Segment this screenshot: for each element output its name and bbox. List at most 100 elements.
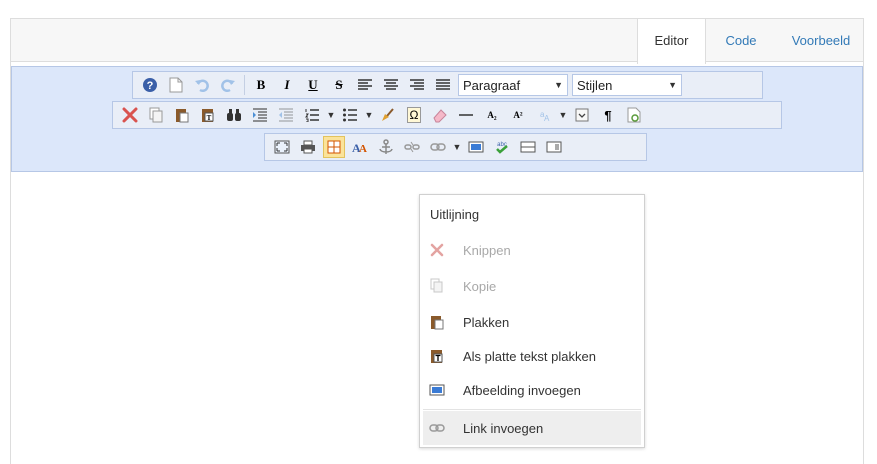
- spellcheck-button[interactable]: abc: [491, 136, 513, 158]
- toolbar-row-1: ? B I U S Paragraaf ▼ Stijlen ▼: [132, 71, 763, 99]
- paste-icon: [176, 109, 189, 123]
- menu-item-paste-text[interactable]: Als platte tekst plakken: [423, 339, 641, 373]
- spellcheck-icon: abc: [496, 142, 508, 154]
- bold-button[interactable]: B: [250, 74, 272, 96]
- chevron-down-icon: ▼: [668, 80, 677, 90]
- link-dropdown[interactable]: ▼: [451, 136, 463, 158]
- redo-button[interactable]: [217, 74, 239, 96]
- menu-item-label: Plakken: [463, 314, 510, 330]
- find-button[interactable]: [223, 104, 245, 126]
- link-icon: [430, 143, 446, 151]
- align-center-icon: [384, 79, 398, 90]
- undo-button[interactable]: [191, 74, 213, 96]
- format-select-value: Paragraaf: [463, 77, 521, 93]
- anchor-icon: [379, 139, 393, 154]
- font-button[interactable]: AA: [349, 136, 371, 158]
- table-button[interactable]: [323, 136, 345, 158]
- underline-button[interactable]: U: [302, 74, 324, 96]
- table-icon: [327, 140, 341, 154]
- special-char-button[interactable]: Ω: [403, 104, 425, 126]
- styles-select-value: Stijlen: [577, 77, 613, 93]
- bullet-list-icon: [343, 108, 357, 122]
- eraser-button[interactable]: [429, 104, 451, 126]
- menu-item-label: Knippen: [463, 242, 511, 258]
- unlink-button[interactable]: [401, 136, 423, 158]
- text-color-button[interactable]: aA: [533, 104, 555, 126]
- menu-item-paste[interactable]: Plakken: [423, 305, 641, 339]
- undo-icon: [195, 79, 209, 92]
- menu-item-cut[interactable]: Knippen: [423, 233, 641, 267]
- numbered-list-dropdown[interactable]: ▼: [325, 104, 337, 126]
- menu-item-label: Kopie: [463, 278, 497, 294]
- text-color-dropdown[interactable]: ▼: [557, 104, 569, 126]
- superscript-button[interactable]: A²: [507, 104, 529, 126]
- print-icon: [301, 140, 315, 154]
- template-icon: [575, 108, 589, 122]
- editor-tab-bar: Editor Code Voorbeeld: [11, 18, 863, 64]
- outdent-icon: [279, 108, 293, 122]
- align-center-button[interactable]: [380, 74, 402, 96]
- align-right-button[interactable]: [406, 74, 428, 96]
- text-color-icon: aA: [540, 110, 550, 122]
- menu-item-copy[interactable]: Kopie: [423, 269, 641, 303]
- svg-text:T: T: [207, 114, 212, 122]
- help-button[interactable]: ?: [139, 74, 161, 96]
- eraser-icon: [433, 109, 447, 123]
- chevron-down-icon: ▼: [558, 110, 568, 120]
- tab-code[interactable]: Code: [711, 19, 771, 63]
- styles-select[interactable]: Stijlen ▼: [572, 74, 682, 96]
- indent-button[interactable]: [249, 104, 271, 126]
- template-button[interactable]: [571, 104, 593, 126]
- strikethrough-button[interactable]: S: [328, 74, 350, 96]
- anchor-button[interactable]: [375, 136, 397, 158]
- help-icon: ?: [143, 78, 157, 92]
- div-container-icon: [520, 141, 536, 153]
- new-document-button[interactable]: [165, 74, 187, 96]
- context-menu-title[interactable]: Uitlijning: [430, 207, 479, 222]
- div-container-button[interactable]: [517, 136, 539, 158]
- chevron-down-icon: ▼: [326, 110, 336, 120]
- cut-button[interactable]: [119, 104, 141, 126]
- menu-item-insert-image[interactable]: Afbeelding invoegen: [423, 373, 641, 407]
- preview-button[interactable]: [623, 104, 645, 126]
- iframe-button[interactable]: [543, 136, 565, 158]
- print-button[interactable]: [297, 136, 319, 158]
- chevron-down-icon: ▼: [452, 142, 462, 152]
- paste-button[interactable]: [171, 104, 193, 126]
- align-right-icon: [410, 79, 424, 90]
- italic-button[interactable]: I: [276, 74, 298, 96]
- paste-text-button[interactable]: T: [197, 104, 219, 126]
- tab-voorbeeld[interactable]: Voorbeeld: [779, 19, 863, 63]
- tab-editor[interactable]: Editor: [637, 19, 706, 64]
- copy-button[interactable]: [145, 104, 167, 126]
- unlink-icon: [404, 141, 420, 153]
- menu-item-insert-link[interactable]: Link invoegen: [423, 411, 641, 445]
- bullet-list-dropdown[interactable]: ▼: [363, 104, 375, 126]
- link-button[interactable]: [427, 136, 449, 158]
- scissors-icon: [122, 107, 138, 123]
- numbered-list-icon: [305, 109, 319, 122]
- link-icon: [429, 420, 445, 436]
- bullet-list-button[interactable]: [339, 104, 361, 126]
- toolbar: ? B I U S Paragraaf ▼ Stijlen ▼ T ▼ ▼ Ω …: [11, 66, 863, 172]
- image-button[interactable]: [465, 136, 487, 158]
- chevron-down-icon: ▼: [364, 110, 374, 120]
- toolbar-separator: [244, 75, 245, 95]
- maximize-button[interactable]: [271, 136, 293, 158]
- paste-text-icon: [429, 348, 445, 364]
- align-left-button[interactable]: [354, 74, 376, 96]
- menu-item-label: Link invoegen: [463, 420, 544, 436]
- align-justify-button[interactable]: [432, 74, 454, 96]
- image-icon: [429, 382, 445, 398]
- format-select[interactable]: Paragraaf ▼: [458, 74, 568, 96]
- scissors-icon: [429, 242, 445, 258]
- svg-text:A: A: [544, 114, 550, 122]
- outdent-button[interactable]: [275, 104, 297, 126]
- maximize-icon: [274, 140, 290, 154]
- horizontal-rule-button[interactable]: [455, 104, 477, 126]
- numbered-list-button[interactable]: [301, 104, 323, 126]
- show-blocks-button[interactable]: ¶: [597, 104, 619, 126]
- clean-format-button[interactable]: [377, 104, 399, 126]
- svg-text:A: A: [359, 143, 367, 154]
- subscript-button[interactable]: A₂: [481, 104, 503, 126]
